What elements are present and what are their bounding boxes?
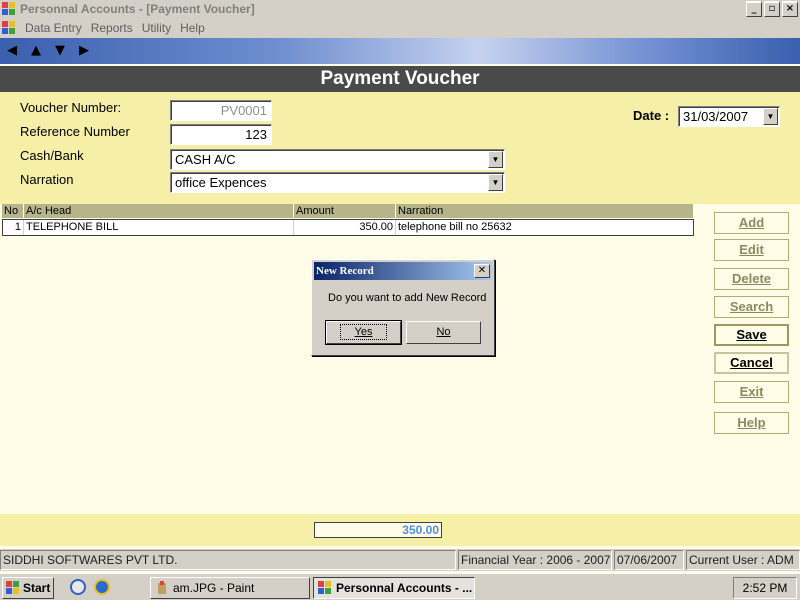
chevron-down-icon[interactable]: ▼	[488, 151, 503, 168]
date-value: 31/03/2007	[683, 109, 749, 124]
yes-button[interactable]: Yes	[325, 320, 402, 345]
child-window-controls: _ ▫ ×	[746, 2, 798, 17]
taskbar-item-paint[interactable]: am.JPG - Paint	[150, 577, 310, 599]
help-button[interactable]: Help	[714, 412, 789, 434]
cash-bank-select[interactable]: CASH A/C ▼	[170, 149, 505, 170]
menu-data-entry[interactable]: Data Entry	[25, 21, 82, 35]
narration-select[interactable]: office Expences ▼	[170, 172, 505, 193]
menu-help[interactable]: Help	[180, 21, 205, 35]
yes-button-label: Yes	[354, 326, 373, 338]
column-header-amount[interactable]: Amount	[294, 204, 396, 218]
taskbar: Start am.JPG - Paint Personnal Accounts …	[0, 573, 800, 600]
reference-number-field[interactable]: 123	[170, 124, 272, 145]
voucher-number-field[interactable]: PV0001	[170, 100, 272, 121]
start-label: Start	[23, 581, 51, 595]
status-company: SIDDHI SOFTWARES PVT LTD.	[0, 550, 456, 570]
start-button[interactable]: Start	[2, 577, 54, 599]
save-button[interactable]: Save	[714, 324, 789, 346]
status-financial-year: Financial Year : 2006 - 2007	[458, 550, 612, 570]
child-close-icon[interactable]: ×	[782, 2, 798, 17]
chevron-down-icon[interactable]: ▼	[763, 108, 778, 125]
voucher-form: Voucher Number: PV0001 Reference Number …	[0, 92, 800, 204]
add-button[interactable]: Add	[714, 212, 789, 234]
window-title: Personnal Accounts - [Payment Voucher]	[20, 2, 255, 16]
narration-value: office Expences	[175, 175, 267, 190]
arrow-left-icon[interactable]: ◀	[5, 44, 19, 58]
exit-button-label: Exit	[739, 384, 764, 399]
app-icon	[318, 581, 331, 594]
column-header-no[interactable]: No	[2, 204, 24, 218]
desktop-icon[interactable]	[70, 579, 86, 595]
taskbar-item-personnal-accounts[interactable]: Personnal Accounts - ...	[313, 577, 475, 599]
arrow-right-icon[interactable]: ▶	[77, 44, 91, 58]
cell-no: 1	[3, 220, 24, 235]
dialog-title-bar: New Record ✕	[314, 262, 492, 280]
voucher-grid: No A/c Head Amount Narration 1 TELEPHONE…	[2, 204, 694, 236]
table-row[interactable]: 1 TELEPHONE BILL 350.00 telephone bill n…	[2, 219, 694, 236]
window-title-bar: Personnal Accounts - [Payment Voucher] _…	[0, 0, 800, 18]
internet-explorer-icon[interactable]	[94, 579, 110, 595]
edit-button[interactable]: Edit	[714, 239, 789, 261]
taskbar-item-personnal-accounts-label: Personnal Accounts - ...	[336, 581, 473, 595]
delete-button[interactable]: Delete	[714, 268, 789, 290]
cell-amount: 350.00	[294, 220, 396, 235]
child-minimize-icon[interactable]: _	[746, 2, 762, 17]
chevron-down-icon[interactable]: ▼	[488, 174, 503, 191]
dialog-title: New Record	[316, 265, 374, 277]
save-button-label: Save	[736, 327, 767, 342]
narration-label: Narration	[20, 172, 74, 187]
cancel-button-label: Cancel	[730, 355, 773, 370]
status-date: 07/06/2007	[614, 550, 684, 570]
arrow-up-icon[interactable]: ▲	[29, 44, 43, 58]
menu-reports[interactable]: Reports	[91, 21, 133, 35]
search-button-label: Search	[729, 299, 774, 314]
column-header-ac-head[interactable]: A/c Head	[24, 204, 294, 218]
status-user: Current User : ADM	[686, 550, 800, 570]
no-button[interactable]: No	[406, 321, 481, 344]
close-icon[interactable]: ✕	[474, 264, 490, 278]
edit-button-label: Edit	[739, 242, 764, 257]
cash-bank-value: CASH A/C	[175, 152, 236, 167]
no-button-label: No	[436, 326, 451, 338]
page-title: Payment Voucher	[0, 66, 800, 92]
search-button[interactable]: Search	[714, 296, 789, 318]
voucher-number-label: Voucher Number:	[20, 100, 122, 115]
date-label: Date :	[633, 108, 670, 123]
navigation-toolbar: ◀ ▲ ▼ ▶	[0, 38, 800, 64]
child-restore-icon[interactable]: ▫	[764, 2, 780, 17]
cell-ac-head: TELEPHONE BILL	[24, 220, 294, 235]
dialog-message: Do you want to add New Record	[328, 292, 487, 304]
cash-bank-label: Cash/Bank	[20, 148, 84, 163]
menu-utility[interactable]: Utility	[142, 21, 171, 35]
cancel-button[interactable]: Cancel	[714, 352, 789, 374]
menu-bar: Data Entry Reports Utility Help _ ▫ ×	[0, 2, 800, 38]
windows-logo-icon	[6, 581, 19, 594]
reference-number-label: Reference Number	[20, 124, 130, 139]
child-window-icon[interactable]	[2, 21, 16, 35]
app-icon[interactable]	[2, 2, 16, 16]
column-header-narration[interactable]: Narration	[396, 204, 694, 218]
cell-narration: telephone bill no 25632	[398, 221, 512, 233]
paint-icon	[158, 581, 166, 594]
arrow-down-icon[interactable]: ▼	[53, 44, 67, 58]
delete-button-label: Delete	[731, 271, 772, 286]
date-picker[interactable]: 31/03/2007 ▼	[678, 106, 780, 127]
system-clock[interactable]: 2:52 PM	[733, 577, 797, 599]
taskbar-item-paint-label: am.JPG - Paint	[173, 581, 255, 595]
add-button-label: Add	[738, 215, 765, 230]
exit-button[interactable]: Exit	[714, 381, 789, 403]
total-amount: 350.00	[314, 522, 442, 538]
new-record-dialog: New Record ✕ Do you want to add New Reco…	[311, 259, 495, 356]
help-button-label: Help	[737, 415, 766, 430]
status-bar: SIDDHI SOFTWARES PVT LTD. Financial Year…	[0, 549, 800, 571]
